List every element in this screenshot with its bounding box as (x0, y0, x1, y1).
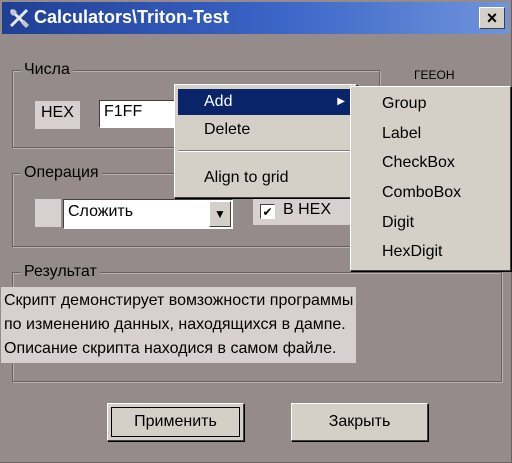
in-hex-checkbox[interactable]: ✔ (260, 204, 275, 219)
calculator-window: Calculators\Triton-Test × Числа HEX F1FF… (0, 0, 512, 463)
menu-item-align-to-grid[interactable]: Align to grid (178, 165, 353, 191)
window-title: Calculators\Triton-Test (34, 7, 229, 27)
close-button[interactable]: Закрыть (291, 403, 428, 441)
close-window-button[interactable]: × (479, 7, 505, 29)
submenu-item-combobox[interactable]: ComboBox (354, 180, 507, 206)
result-legend: Результат (21, 263, 100, 281)
submenu-item-digit[interactable]: Digit (354, 210, 507, 236)
script-description: Скрипт демонстирует вомзожности программ… (1, 287, 357, 363)
operation-combobox-value: Сложить (68, 203, 134, 220)
menu-item-add[interactable]: Add ▶ (178, 89, 353, 115)
context-menu: Add ▶ Delete Align to grid (174, 84, 357, 198)
hex-label: HEX (35, 101, 80, 129)
submenu-item-group[interactable]: Group (354, 91, 507, 117)
numbers-right-label: ГЕЕОН (414, 68, 455, 82)
menu-item-delete[interactable]: Delete (178, 117, 353, 143)
close-icon: × (486, 7, 498, 28)
tools-icon (9, 8, 29, 28)
submenu-arrow-icon: ▶ (337, 96, 345, 107)
operation-color-swatch (35, 199, 61, 227)
chevron-down-icon[interactable]: ▼ (209, 201, 231, 227)
hex-value-field[interactable]: F1FF (99, 100, 181, 128)
add-submenu: Group Label CheckBox ComboBox Digit HexD… (350, 86, 511, 271)
operation-legend: Операция (21, 164, 102, 182)
menu-separator (178, 150, 353, 152)
description-line: Описание скрипта находися в самом файле. (4, 340, 337, 357)
description-line: Скрипт демонстирует вомзожности программ… (4, 292, 354, 309)
submenu-item-label[interactable]: Label (354, 121, 507, 147)
numbers-legend: Числа (21, 61, 73, 79)
in-hex-checkbox-label: В HEX (283, 201, 332, 218)
operation-combobox[interactable]: Сложить ▼ (63, 199, 233, 229)
submenu-item-checkbox[interactable]: CheckBox (354, 150, 507, 176)
apply-button[interactable]: Применить (107, 403, 244, 441)
result-group: Результат Скрипт демонстирует вомзожност… (1, 263, 502, 382)
description-line: по изменению данных, находящихся в дампе… (4, 316, 346, 333)
title-bar[interactable]: Calculators\Triton-Test × (2, 2, 509, 34)
submenu-item-hexdigit[interactable]: HexDigit (354, 239, 507, 265)
